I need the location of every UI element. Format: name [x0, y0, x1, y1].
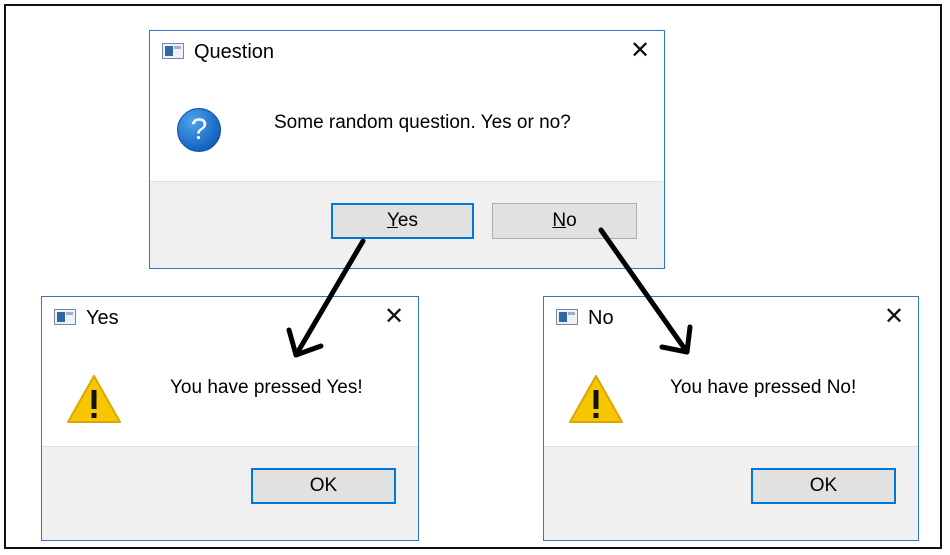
no-titlebar[interactable]: No ✕ — [544, 297, 918, 337]
app-window-icon — [162, 43, 184, 59]
yes-dialog: Yes ✕ You have pressed Yes! OK — [41, 296, 419, 541]
no-message: You have pressed No! — [670, 377, 857, 398]
close-icon: ✕ — [883, 303, 905, 330]
close-icon: ✕ — [629, 37, 651, 64]
yes-footer: OK — [42, 446, 418, 540]
yes-button[interactable]: Yes — [331, 203, 474, 239]
no-label-rest: o — [566, 210, 577, 231]
close-icon: ✕ — [383, 303, 405, 330]
yes-close-button[interactable]: ✕ — [380, 303, 408, 331]
yes-mnemonic: Y — [386, 210, 398, 231]
question-close-button[interactable]: ✕ — [626, 37, 654, 65]
question-title: Question — [194, 41, 275, 63]
question-footer: Yes No — [150, 181, 664, 268]
question-message: Some random question. Yes or no? — [274, 112, 571, 133]
app-window-icon — [54, 309, 76, 325]
yes-message: You have pressed Yes! — [170, 377, 363, 398]
question-dialog: Question ✕ ? Some random question. Yes o… — [149, 30, 665, 269]
no-footer: OK — [544, 446, 918, 540]
ok-button[interactable]: OK — [751, 468, 896, 504]
warning-icon — [569, 375, 623, 423]
question-icon: ? — [177, 108, 221, 152]
no-close-button[interactable]: ✕ — [880, 303, 908, 331]
yes-title: Yes — [86, 307, 119, 329]
no-mnemonic: N — [552, 210, 567, 231]
no-title: No — [588, 307, 614, 329]
yes-titlebar[interactable]: Yes ✕ — [42, 297, 418, 337]
question-titlebar[interactable]: Question ✕ — [150, 31, 664, 71]
no-button[interactable]: No — [492, 203, 637, 239]
ok-label: OK — [809, 475, 838, 496]
warning-icon — [67, 375, 121, 423]
ok-button[interactable]: OK — [251, 468, 396, 504]
yes-label-rest: es — [397, 210, 418, 231]
no-dialog: No ✕ You have pressed No! OK — [543, 296, 919, 541]
app-window-icon — [556, 309, 578, 325]
ok-label: OK — [309, 475, 338, 496]
